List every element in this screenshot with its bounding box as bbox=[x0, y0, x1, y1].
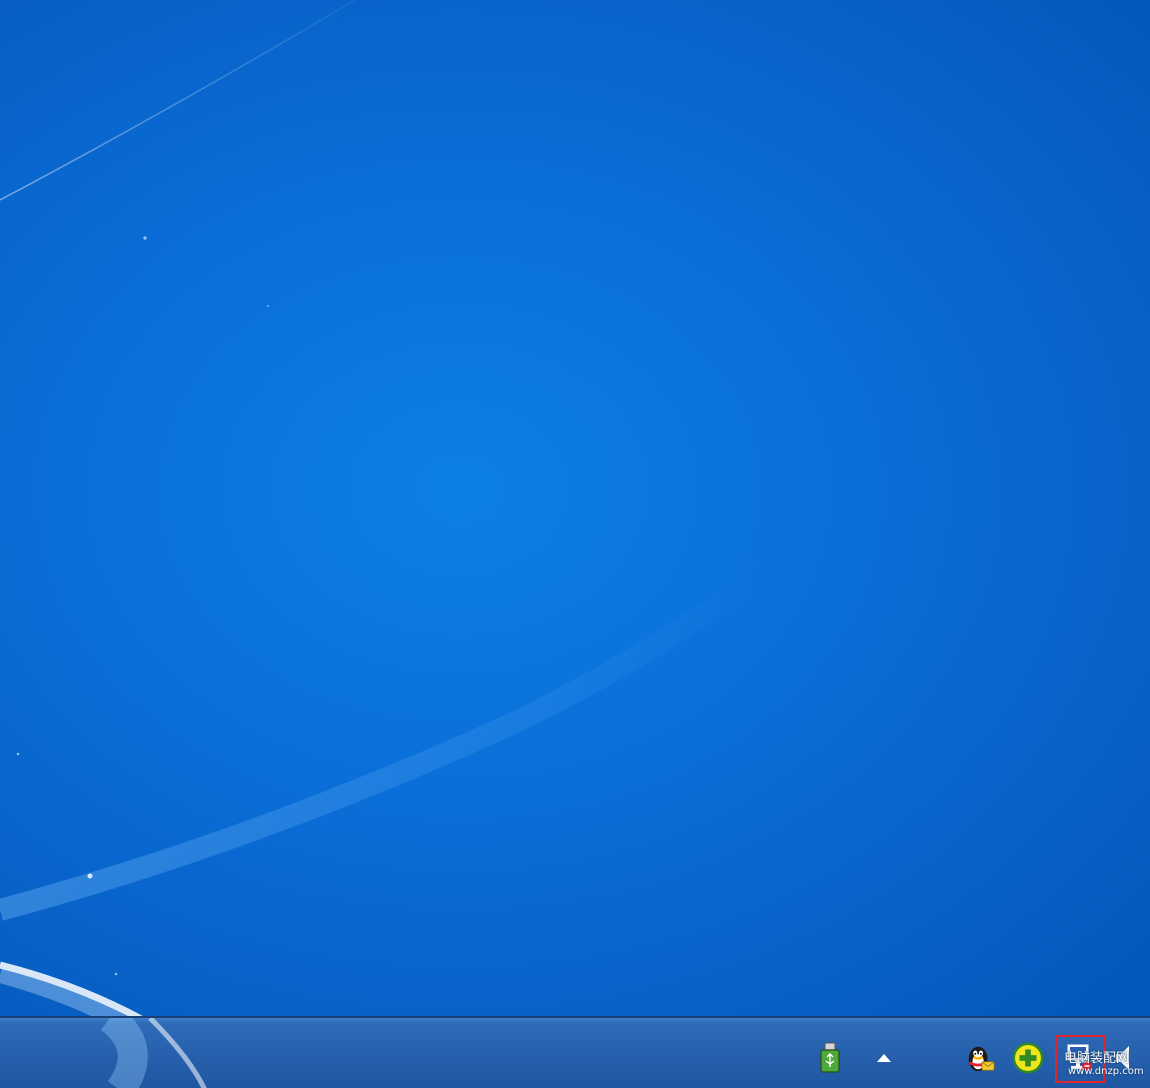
qq-icon[interactable] bbox=[964, 1040, 996, 1076]
wallpaper-light-streaks bbox=[0, 0, 768, 1088]
watermark-url: www.dnzp.com bbox=[1068, 1066, 1144, 1077]
usb-device-icon[interactable] bbox=[814, 1040, 846, 1076]
show-hidden-icons-arrow[interactable] bbox=[868, 1040, 900, 1076]
taskbar[interactable] bbox=[0, 1016, 1150, 1088]
desktop[interactable] bbox=[0, 0, 1150, 1088]
360-security-icon[interactable] bbox=[1012, 1040, 1044, 1076]
